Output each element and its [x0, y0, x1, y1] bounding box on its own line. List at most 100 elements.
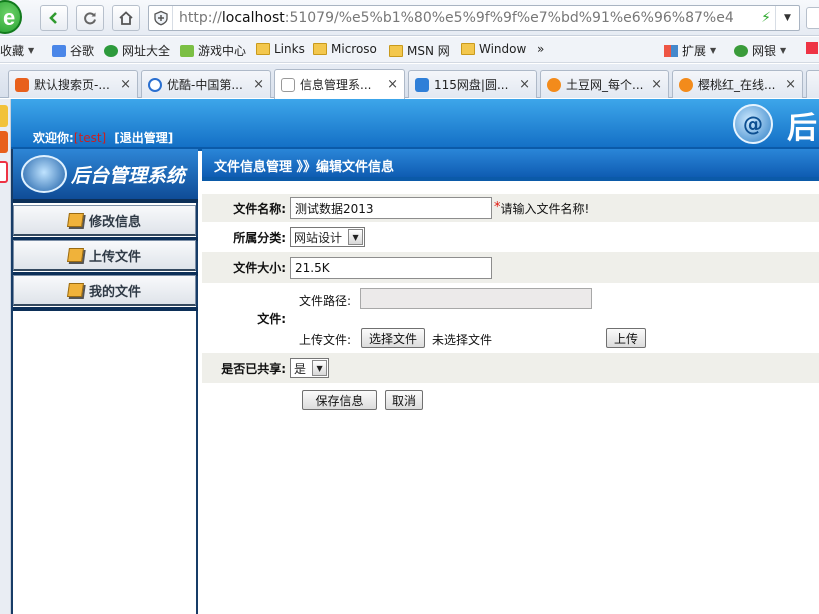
sidebar-title: 后台管理系统: [71, 165, 186, 187]
welcome-label: 欢迎你:: [33, 131, 74, 145]
bookmark-game-center[interactable]: 游戏中心: [180, 42, 246, 59]
brand-logo-icon: @: [733, 104, 773, 144]
tab-youku[interactable]: 优酷-中国第... ×: [141, 70, 271, 98]
sidebar-item-label: 上传文件: [88, 249, 141, 265]
bookmarks-more-button[interactable]: »: [537, 42, 544, 56]
logout-link[interactable]: [退出管理]: [114, 131, 173, 145]
save-button[interactable]: 保存信息: [302, 390, 377, 410]
caret-down-icon: ▼: [780, 46, 787, 55]
chevron-down-icon[interactable]: ▼: [775, 6, 799, 30]
shared-select[interactable]: 是 ▼: [290, 358, 330, 378]
close-icon[interactable]: ×: [120, 77, 131, 92]
close-icon[interactable]: ×: [387, 77, 398, 92]
bookmark-favorites[interactable]: 收藏 ▼: [0, 42, 34, 59]
shared-selected-value: 是: [294, 361, 307, 376]
google-icon: [52, 44, 66, 57]
back-arrow-icon: [49, 12, 57, 24]
bookmark-microsoft[interactable]: Microso: [313, 42, 377, 56]
extensions-icon: [664, 44, 678, 57]
category-select[interactable]: 网站设计 ▼: [290, 227, 366, 247]
sidebar-weibo-icon[interactable]: [0, 161, 8, 183]
shared-row: 是否已共享: 是 ▼: [202, 353, 819, 383]
sidebar-divider: [13, 307, 198, 311]
tudou-icon: [547, 77, 561, 92]
file-path-label: 文件路径:: [299, 294, 352, 308]
breadcrumb: 文件信息管理 》》编辑文件信息: [202, 149, 819, 177]
refresh-button[interactable]: [76, 5, 104, 31]
file-name-input[interactable]: [290, 197, 492, 219]
upload-file-label: 上传文件:: [299, 333, 352, 347]
caret-down-icon: ▼: [710, 46, 717, 55]
close-icon[interactable]: ×: [785, 77, 796, 92]
back-button[interactable]: [40, 5, 68, 31]
home-button[interactable]: [112, 5, 140, 31]
netbank-button[interactable]: 网银 ▼: [734, 42, 786, 59]
address-text[interactable]: http://localhost:51079/%e5%b1%80%e5%9f%9…: [173, 10, 757, 26]
folder-icon: [67, 248, 84, 262]
bookmark-site-directory[interactable]: 网址大全: [104, 42, 170, 59]
form-actions-row: 保存信息 取消: [202, 387, 819, 413]
address-bar[interactable]: http://localhost:51079/%e5%b1%80%e5%9f%9…: [148, 5, 800, 31]
brand-text: 后台: [787, 111, 819, 146]
sidebar-item-my-files[interactable]: 我的文件: [13, 275, 196, 306]
close-icon[interactable]: ×: [651, 77, 662, 92]
folder-icon: [67, 213, 84, 227]
sidebar-header: 后台管理系统: [13, 149, 198, 199]
category-row: 所属分类: 网站设计 ▼: [202, 222, 819, 252]
sidebar-item-label: 修改信息: [88, 214, 141, 230]
lightning-icon[interactable]: ⚡: [757, 10, 775, 26]
page-icon: [281, 77, 295, 92]
cancel-button[interactable]: 取消: [385, 390, 423, 410]
refresh-icon: [84, 12, 96, 25]
extra-toolbar-button[interactable]: [806, 7, 819, 29]
sidebar-item-label: 我的文件: [88, 284, 141, 300]
top-banner: 欢迎你:[test] [退出管理] @ 后台: [11, 99, 819, 147]
file-size-label: 文件大小:: [233, 261, 286, 275]
choose-file-button[interactable]: 选择文件: [361, 328, 426, 348]
hint-text: 请输入文件名称!: [500, 201, 590, 216]
shared-label: 是否已共享:: [221, 361, 286, 376]
bookmark-links[interactable]: Links: [256, 42, 305, 56]
bookmark-windows[interactable]: Window: [461, 42, 526, 56]
tab-strip: 默认搜索页-... × 优酷-中国第... × 信息管理系... × 115网盘|圆.…: [0, 64, 819, 99]
admin-sidebar: 后台管理系统 修改信息 上传文件 我的文件: [11, 149, 198, 614]
file-name-hint: *请输入文件名称!: [494, 200, 589, 217]
file-size-input[interactable]: [290, 256, 492, 279]
tab-default-search[interactable]: 默认搜索页-... ×: [8, 70, 138, 98]
welcome-bar: 欢迎你:[test] [退出管理]: [33, 129, 173, 146]
browser-logo-icon: e: [0, 0, 22, 34]
file-label: 文件:: [257, 311, 286, 326]
file-size-row: 文件大小:: [202, 252, 819, 283]
sidebar-taobao-icon[interactable]: [0, 131, 8, 153]
folder-icon: [313, 43, 327, 55]
category-label: 所属分类:: [233, 230, 286, 245]
file-name-row: 文件名称: *请输入文件名称!: [202, 194, 819, 222]
taobao-icon: [15, 77, 29, 92]
close-icon[interactable]: ×: [253, 77, 264, 92]
bookmark-google[interactable]: 谷歌: [52, 42, 94, 59]
file-path-input: [360, 288, 592, 309]
shield-icon: [149, 6, 173, 30]
sidebar-star-icon[interactable]: [0, 105, 8, 127]
extensions-button[interactable]: 扩展 ▼: [664, 42, 716, 59]
sidebar-item-edit-info[interactable]: 修改信息: [13, 205, 196, 236]
chevron-down-icon: ▼: [348, 229, 364, 245]
bookmark-msn[interactable]: MSN 网: [389, 42, 450, 59]
no-file-chosen-text: 未选择文件: [432, 333, 493, 347]
file-name-label: 文件名称:: [233, 201, 286, 216]
shield-icon: [734, 44, 748, 57]
sidebar-item-upload-file[interactable]: 上传文件: [13, 240, 196, 271]
new-tab-button[interactable]: [806, 70, 819, 98]
tab-115-disk[interactable]: 115网盘|圆... ×: [408, 70, 537, 98]
system-logo-icon: [21, 155, 67, 193]
font-size-button[interactable]: [806, 42, 818, 54]
chevron-down-icon: ▼: [312, 360, 328, 376]
tab-tudou[interactable]: 土豆网_每个... ×: [540, 70, 669, 98]
upload-button[interactable]: 上传: [606, 328, 646, 348]
tab-info-management[interactable]: 信息管理系... ×: [274, 69, 405, 99]
tab-cherry-red[interactable]: 樱桃红_在线... ×: [672, 70, 803, 98]
close-icon[interactable]: ×: [519, 77, 530, 92]
bookmarks-bar: 收藏 ▼ 谷歌 网址大全 游戏中心 Links Microso MSN 网 Win…: [0, 37, 819, 63]
tudou-icon: [679, 77, 693, 92]
sidebar-divider: [13, 199, 198, 203]
